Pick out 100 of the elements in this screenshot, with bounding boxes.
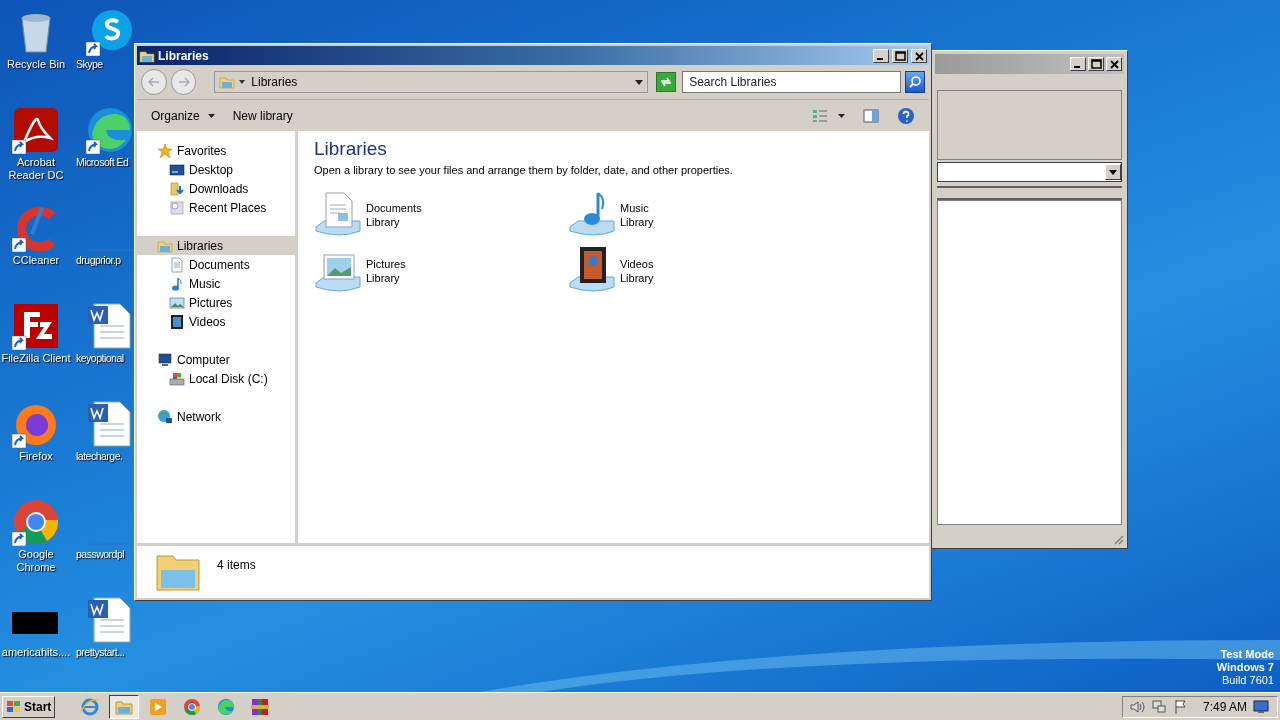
start-button[interactable]: Start [2,695,56,718]
dropdown-caret-icon[interactable] [635,79,644,85]
navigation-item[interactable]: Network [137,407,295,426]
desktop-icon-label: CCleaner [12,254,60,267]
view-list-icon [812,108,828,123]
edge-icon[interactable] [86,106,134,154]
library-name: Videos [620,256,654,271]
library-item[interactable]: Pictures Library [314,246,568,295]
toolbar-button[interactable]: New library [228,104,297,127]
acrobat-icon[interactable] [12,106,60,154]
preview-pane-icon [863,108,879,123]
back-arrow-icon [147,77,160,87]
minimize-icon [877,57,883,60]
maximize-icon [1089,58,1103,70]
close-icon [1107,58,1121,70]
library-item[interactable]: Videos Library [568,246,822,295]
downloads-folder-icon [169,180,185,197]
navigation-item[interactable]: Pictures [137,293,295,312]
library-name: Music [620,200,650,215]
system-watermark-text: Build 7601 [1222,674,1274,687]
dropdown-button[interactable] [1105,164,1121,180]
media-player-icon [148,696,169,717]
combo-box[interactable] [937,162,1122,182]
caret-icon [207,113,215,118]
navigation-item[interactable]: Favorites [137,141,295,160]
library-item[interactable]: Music Library [568,190,822,239]
documents-library-icon [314,190,362,239]
window-title: Libraries [158,47,210,65]
refresh-icon [659,76,674,88]
desktop-icon-label: FileZilla Client [1,352,71,365]
desktop-icon-label: Skype [76,58,103,71]
computer-icon [157,351,173,368]
navigation-item[interactable]: Local Disk (C:) [137,369,295,388]
caret-icon [239,80,246,84]
minimize-button[interactable] [1070,57,1086,71]
library-folder-icon [219,74,236,90]
navigation-item[interactable]: Music [137,274,295,293]
skype-icon[interactable] [86,8,134,56]
library-item[interactable]: Documents Library [314,190,568,239]
document-icon [169,256,185,273]
archive-icon [250,696,271,717]
maximize-button[interactable] [1088,57,1104,71]
resize-grip-icon[interactable] [1112,533,1124,545]
library-type: Library [366,214,401,229]
toolbar-button[interactable]: Organize [147,104,219,127]
music-library-icon [568,190,616,239]
chrome-icon[interactable] [12,498,60,546]
navigation-item[interactable]: Documents [137,255,295,274]
filezilla-icon[interactable] [12,302,60,350]
minimize-button[interactable] [873,48,889,63]
word-document-icon[interactable] [86,596,134,644]
network-icon[interactable] [1151,698,1167,715]
search-icon [908,75,923,89]
maximize-icon [893,49,907,62]
library-name: Pictures [366,256,406,271]
minimize-icon [1074,66,1080,68]
chrome-icon [182,696,203,717]
close-button[interactable] [1106,57,1122,71]
network-globe-icon [157,408,173,425]
desktop-icon-label: Firefox [19,450,53,463]
word-document-icon[interactable] [86,302,134,350]
videos-library-icon [568,246,616,295]
address-text: Libraries [251,74,299,91]
caret-icon [1109,169,1117,175]
clock[interactable]: 7:49 AM [1203,697,1248,716]
item-count: 4 items [217,557,256,574]
desktop-icon-label: keyoptional [76,352,124,365]
desktop-icon-label: americahits.... [1,646,71,659]
navigation-item[interactable]: Desktop [137,160,295,179]
navigation-item[interactable]: Videos [137,312,295,331]
search-button[interactable] [905,71,925,93]
navigation-item[interactable]: Recent Places [137,198,295,217]
taskbar-app-button[interactable] [109,694,140,719]
desktop-icon [169,161,185,178]
word-document-icon[interactable] [86,400,134,448]
edge-icon [216,696,237,717]
page-heading: Libraries [314,137,388,161]
desktop-icon-label: latecharge. [76,450,123,463]
music-note-icon [169,275,185,292]
desktop-icon-label: Recycle Bin [6,58,66,71]
flag-icon[interactable] [1173,698,1189,715]
volume-icon[interactable] [1129,698,1145,715]
maximize-button[interactable] [892,48,908,63]
close-button[interactable] [911,48,927,63]
show-desktop-icon[interactable] [1253,699,1270,714]
library-type: Library [620,214,654,229]
browser-e-icon [80,696,101,717]
desktop-icon-label: passwordpl [76,548,125,561]
refresh-button[interactable] [656,72,677,92]
library-type: Library [620,270,654,285]
address-bar[interactable]: Libraries [214,71,649,93]
navigation-item[interactable]: Computer [137,350,295,369]
help-icon [897,106,915,125]
search-field[interactable]: Search Libraries [682,71,902,93]
navigation-item[interactable]: Libraries [137,236,295,255]
film-icon [169,313,185,330]
navigation-item[interactable]: Downloads [137,179,295,198]
caret-icon [838,113,845,118]
desktop-icon-label: drugprior.p [76,254,121,267]
desktop-icon-label: Acrobat Reader DC [7,156,65,182]
